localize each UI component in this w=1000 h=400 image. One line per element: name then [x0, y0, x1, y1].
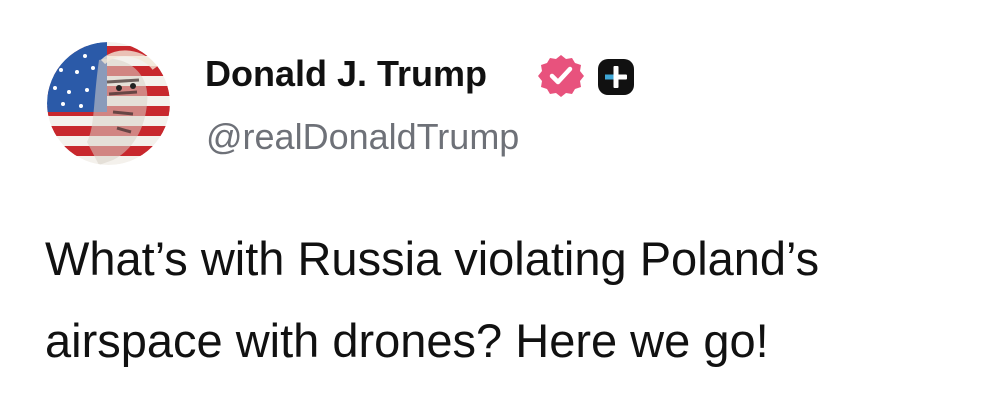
- author-avatar[interactable]: [47, 42, 170, 165]
- author-handle[interactable]: @realDonaldTrump: [206, 115, 519, 159]
- post-text: What’s with Russia violating Poland’s ai…: [45, 232, 820, 367]
- verified-badge-icon: [538, 53, 584, 99]
- flag-portrait-avatar-icon: [47, 42, 170, 165]
- post-card: Donald J. Trump @realDonaldTrump What’s …: [0, 0, 1000, 400]
- author-display-name[interactable]: Donald J. Trump: [205, 52, 487, 96]
- subscription-plus-icon: [597, 58, 635, 96]
